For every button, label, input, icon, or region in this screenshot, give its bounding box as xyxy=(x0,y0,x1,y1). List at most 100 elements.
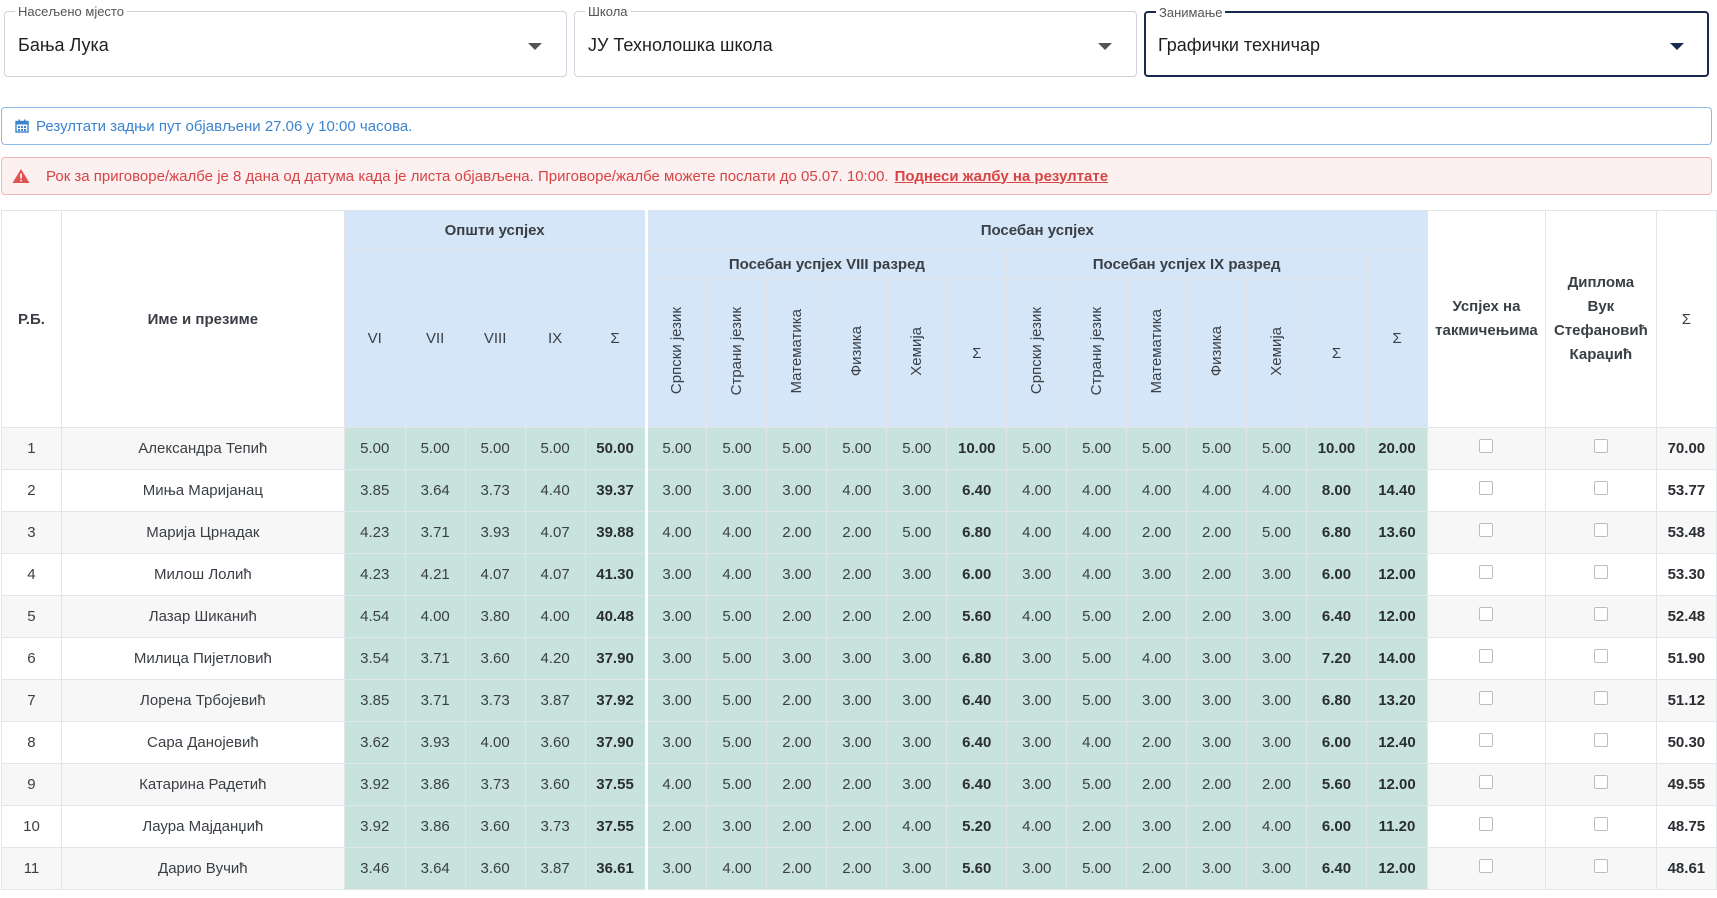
total-cell: 53.30 xyxy=(1655,553,1717,596)
special8-sum-cell: 6.40 xyxy=(946,469,1008,512)
special9-sum-cell: 6.00 xyxy=(1306,805,1367,848)
special9-cell: 3.00 xyxy=(1186,679,1248,722)
grade-cell: 3.85 xyxy=(343,679,406,722)
special9-cell: 4.00 xyxy=(1066,721,1128,764)
diploma-checkbox[interactable] xyxy=(1593,775,1608,790)
rank-cell: 4 xyxy=(1,553,62,596)
special9-cell: 4.00 xyxy=(1066,553,1128,596)
chevron-down-icon[interactable] xyxy=(1098,43,1112,50)
special9-cell: 4.00 xyxy=(1186,469,1248,512)
diploma-checkbox[interactable] xyxy=(1593,565,1608,580)
grade-cell: 3.60 xyxy=(524,763,586,806)
special8-cell: 3.00 xyxy=(886,847,948,890)
special-sum-cell: 14.00 xyxy=(1365,637,1428,680)
diploma-checkbox-cell xyxy=(1544,637,1657,680)
rank-cell: 11 xyxy=(1,847,62,890)
special9-cell: 2.00 xyxy=(1246,763,1308,806)
competitions-checkbox[interactable] xyxy=(1479,481,1494,496)
special8-cell: 4.00 xyxy=(886,805,948,848)
competitions-checkbox[interactable] xyxy=(1479,565,1494,580)
chevron-down-icon[interactable] xyxy=(1670,43,1684,50)
general-sum-cell: 37.92 xyxy=(584,679,647,722)
competitions-checkbox[interactable] xyxy=(1479,649,1494,664)
grade-cell: 4.54 xyxy=(343,595,406,638)
special8-cell: 5.00 xyxy=(706,427,768,470)
special9-sum-cell: 8.00 xyxy=(1306,469,1367,512)
grade-cell: 3.86 xyxy=(404,763,466,806)
diploma-checkbox[interactable] xyxy=(1593,481,1608,496)
rank-cell: 7 xyxy=(1,679,62,722)
rank-cell: 9 xyxy=(1,763,62,806)
special9-cell: 5.00 xyxy=(1006,427,1068,470)
competitions-checkbox-cell xyxy=(1426,721,1546,764)
competitions-checkbox[interactable] xyxy=(1479,607,1494,622)
competitions-checkbox[interactable] xyxy=(1479,817,1494,832)
diploma-checkbox[interactable] xyxy=(1593,607,1608,622)
special8-cell: 2.00 xyxy=(826,553,888,596)
competitions-checkbox[interactable] xyxy=(1479,775,1494,790)
diploma-checkbox[interactable] xyxy=(1593,817,1608,832)
diploma-checkbox[interactable] xyxy=(1593,439,1608,454)
header-s9-chemistry: Хемија xyxy=(1268,326,1286,376)
header-grade-viii: VIII xyxy=(464,249,526,428)
general-sum-cell: 37.55 xyxy=(584,763,647,806)
special9-cell: 5.00 xyxy=(1186,427,1248,470)
competitions-checkbox[interactable] xyxy=(1479,523,1494,538)
grade-cell: 3.73 xyxy=(464,679,526,722)
special8-cell: 2.00 xyxy=(766,847,828,890)
special8-cell: 3.00 xyxy=(644,721,708,764)
special-sum-cell: 12.40 xyxy=(1365,721,1428,764)
diploma-checkbox[interactable] xyxy=(1593,733,1608,748)
diploma-checkbox[interactable] xyxy=(1593,649,1608,664)
special9-cell: 3.00 xyxy=(1246,637,1308,680)
profession-select[interactable]: Занимање Графички техничар xyxy=(1144,5,1709,77)
special8-cell: 4.00 xyxy=(644,511,708,554)
special9-sum-cell: 6.40 xyxy=(1306,847,1367,890)
diploma-checkbox-cell xyxy=(1544,553,1657,596)
student-name-cell: Милица Пијетловић xyxy=(60,637,345,680)
grade-cell: 3.64 xyxy=(404,469,466,512)
competitions-checkbox[interactable] xyxy=(1479,859,1494,874)
diploma-checkbox[interactable] xyxy=(1593,859,1608,874)
diploma-checkbox[interactable] xyxy=(1593,523,1608,538)
grade-cell: 4.23 xyxy=(343,511,406,554)
competitions-checkbox-cell xyxy=(1426,847,1546,890)
school-select[interactable]: Школа ЈУ Технолошка школа xyxy=(574,4,1137,77)
special9-cell: 5.00 xyxy=(1246,511,1308,554)
student-name-cell: Дарио Вучић xyxy=(60,847,345,890)
header-s8-physics: Физика xyxy=(848,325,866,377)
place-select[interactable]: Насељено мјесто Бања Лука xyxy=(4,4,567,77)
diploma-checkbox[interactable] xyxy=(1593,691,1608,706)
special9-cell: 3.00 xyxy=(1006,847,1068,890)
grade-cell: 3.93 xyxy=(464,511,526,554)
special9-cell: 5.00 xyxy=(1246,427,1308,470)
special8-cell: 2.00 xyxy=(886,595,948,638)
chevron-down-icon[interactable] xyxy=(528,43,542,50)
grade-cell: 5.00 xyxy=(464,427,526,470)
competitions-checkbox[interactable] xyxy=(1479,733,1494,748)
diploma-checkbox-cell xyxy=(1544,721,1657,764)
special9-cell: 4.00 xyxy=(1066,511,1128,554)
grade-cell: 3.62 xyxy=(343,721,406,764)
grade-cell: 3.60 xyxy=(524,721,586,764)
general-sum-cell: 36.61 xyxy=(584,847,647,890)
competitions-checkbox[interactable] xyxy=(1479,439,1494,454)
grade-cell: 5.00 xyxy=(343,427,406,470)
grade-cell: 3.71 xyxy=(404,679,466,722)
header-s9-foreign: Страни језик xyxy=(1088,306,1106,396)
header-s8-serbian: Српски језик xyxy=(668,307,686,395)
special9-cell: 4.00 xyxy=(1006,805,1068,848)
special9-cell: 5.00 xyxy=(1066,595,1128,638)
special8-cell: 3.00 xyxy=(644,553,708,596)
special8-cell: 2.00 xyxy=(766,805,828,848)
grade-cell: 4.40 xyxy=(524,469,586,512)
special8-cell: 3.00 xyxy=(766,469,828,512)
header-s9-sum: Σ xyxy=(1306,278,1367,428)
competitions-checkbox[interactable] xyxy=(1479,691,1494,706)
header-general-sum: Σ xyxy=(584,249,647,428)
diploma-checkbox-cell xyxy=(1544,511,1657,554)
special8-sum-cell: 6.00 xyxy=(946,553,1008,596)
header-special: Посебан успјех xyxy=(644,210,1428,250)
special8-cell: 3.00 xyxy=(826,679,888,722)
appeal-link[interactable]: Поднеси жалбу на резултате xyxy=(895,168,1108,185)
